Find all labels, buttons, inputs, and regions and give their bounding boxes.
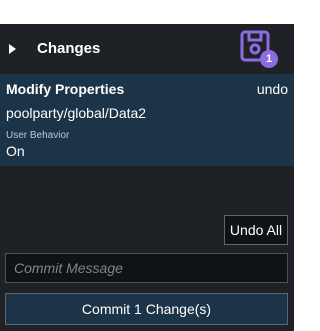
- change-count-badge: 1: [260, 50, 278, 68]
- change-title: Modify Properties: [6, 81, 125, 97]
- undo-all-button[interactable]: Undo All: [224, 215, 288, 245]
- commit-button[interactable]: Commit 1 Change(s): [5, 293, 288, 325]
- changes-panel: Changes 1 Modify Properties undo poolpar…: [0, 24, 294, 331]
- save-icon[interactable]: 1: [240, 30, 284, 70]
- changes-header[interactable]: Changes 1: [0, 24, 294, 74]
- change-path: poolparty/global/Data2: [6, 105, 147, 121]
- undo-link[interactable]: undo: [257, 81, 288, 97]
- changes-title: Changes: [37, 40, 101, 57]
- caret-right-icon[interactable]: [9, 44, 16, 54]
- property-value: On: [6, 143, 25, 159]
- change-item: Modify Properties undo poolparty/global/…: [0, 74, 294, 166]
- commit-message-input[interactable]: [5, 253, 288, 283]
- property-label: User Behavior: [6, 130, 70, 141]
